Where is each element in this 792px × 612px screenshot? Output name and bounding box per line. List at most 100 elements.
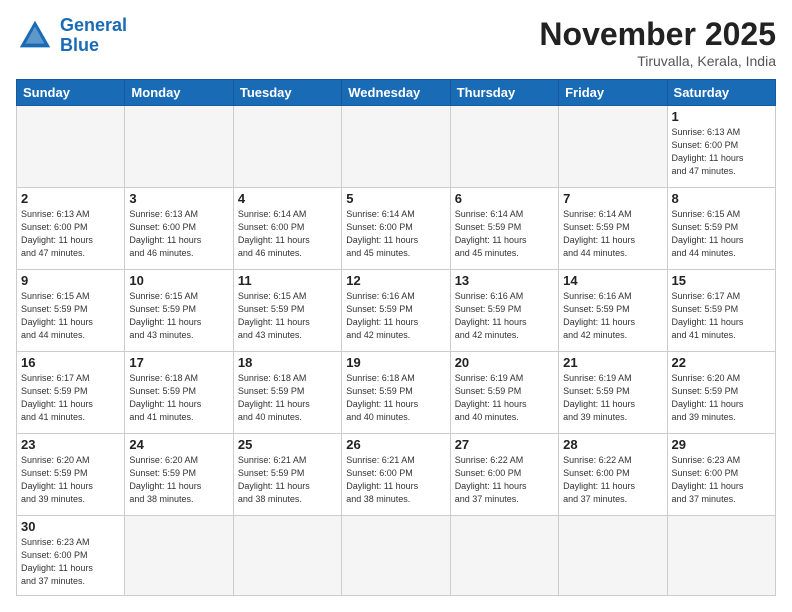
day-info: Sunrise: 6:19 AM Sunset: 5:59 PM Dayligh… [455, 372, 554, 424]
calendar-cell: 9 Sunrise: 6:15 AM Sunset: 5:59 PM Daylig… [17, 269, 125, 351]
day-number: 30 [21, 519, 120, 534]
day-info: Sunrise: 6:16 AM Sunset: 5:59 PM Dayligh… [346, 290, 445, 342]
day-number: 2 [21, 191, 120, 206]
day-number: 3 [129, 191, 228, 206]
day-number: 18 [238, 355, 337, 370]
day-info: Sunrise: 6:23 AM Sunset: 6:00 PM Dayligh… [21, 536, 120, 588]
day-info: Sunrise: 6:13 AM Sunset: 6:00 PM Dayligh… [129, 208, 228, 260]
calendar-cell: 29Sunrise: 6:23 AM Sunset: 6:00 PM Dayli… [667, 433, 775, 515]
calendar-cell: 30 Sunrise: 6:23 AM Sunset: 6:00 PM Dayli… [17, 515, 125, 595]
day-number: 25 [238, 437, 337, 452]
day-info: Sunrise: 6:19 AM Sunset: 5:59 PM Dayligh… [563, 372, 662, 424]
calendar-cell: 17 Sunrise: 6:18 AM Sunset: 5:59 PM Dayli… [125, 351, 233, 433]
day-number: 23 [21, 437, 120, 452]
calendar-table: SundayMondayTuesdayWednesdayThursdayFrid… [16, 79, 776, 596]
calendar-cell: 7 Sunrise: 6:14 AM Sunset: 5:59 PM Daylig… [559, 187, 667, 269]
day-info: Sunrise: 6:21 AM Sunset: 6:00 PM Dayligh… [346, 454, 445, 506]
day-info: Sunrise: 6:14 AM Sunset: 6:00 PM Dayligh… [346, 208, 445, 260]
day-number: 10 [129, 273, 228, 288]
day-number: 8 [672, 191, 771, 206]
calendar-cell [125, 106, 233, 188]
calendar-header-saturday: Saturday [667, 80, 775, 106]
day-number: 28 [563, 437, 662, 452]
day-number: 7 [563, 191, 662, 206]
calendar-cell: 11 Sunrise: 6:15 AM Sunset: 5:59 PM Dayli… [233, 269, 341, 351]
calendar-header-friday: Friday [559, 80, 667, 106]
calendar-cell [667, 515, 775, 595]
calendar-cell: 14Sunrise: 6:16 AM Sunset: 5:59 PM Dayli… [559, 269, 667, 351]
day-number: 24 [129, 437, 228, 452]
day-number: 5 [346, 191, 445, 206]
day-number: 9 [21, 273, 120, 288]
calendar-header-thursday: Thursday [450, 80, 558, 106]
day-number: 1 [672, 109, 771, 124]
day-info: Sunrise: 6:17 AM Sunset: 5:59 PM Dayligh… [21, 372, 120, 424]
calendar-cell: 28 Sunrise: 6:22 AM Sunset: 6:00 PM Dayli… [559, 433, 667, 515]
logo-text: General Blue [60, 16, 127, 56]
calendar-cell: 26Sunrise: 6:21 AM Sunset: 6:00 PM Dayli… [342, 433, 450, 515]
calendar-cell [342, 515, 450, 595]
calendar-cell [17, 106, 125, 188]
day-number: 19 [346, 355, 445, 370]
logo-icon [16, 17, 54, 55]
calendar-header-monday: Monday [125, 80, 233, 106]
page: General Blue November 2025 Tiruvalla, Ke… [0, 0, 792, 612]
calendar-cell: 23 Sunrise: 6:20 AM Sunset: 5:59 PM Dayli… [17, 433, 125, 515]
calendar-cell: 24 Sunrise: 6:20 AM Sunset: 5:59 PM Dayli… [125, 433, 233, 515]
day-info: Sunrise: 6:14 AM Sunset: 6:00 PM Dayligh… [238, 208, 337, 260]
day-number: 16 [21, 355, 120, 370]
calendar-cell [233, 515, 341, 595]
calendar-cell: 15Sunrise: 6:17 AM Sunset: 5:59 PM Dayli… [667, 269, 775, 351]
calendar-header-tuesday: Tuesday [233, 80, 341, 106]
calendar-cell [559, 515, 667, 595]
day-info: Sunrise: 6:18 AM Sunset: 5:59 PM Dayligh… [346, 372, 445, 424]
day-info: Sunrise: 6:20 AM Sunset: 5:59 PM Dayligh… [21, 454, 120, 506]
day-info: Sunrise: 6:20 AM Sunset: 5:59 PM Dayligh… [129, 454, 228, 506]
calendar-cell: 6Sunrise: 6:14 AM Sunset: 5:59 PM Daylig… [450, 187, 558, 269]
day-number: 17 [129, 355, 228, 370]
calendar-cell: 21 Sunrise: 6:19 AM Sunset: 5:59 PM Dayli… [559, 351, 667, 433]
calendar-cell: 10Sunrise: 6:15 AM Sunset: 5:59 PM Dayli… [125, 269, 233, 351]
calendar-cell: 20 Sunrise: 6:19 AM Sunset: 5:59 PM Dayli… [450, 351, 558, 433]
calendar-cell [450, 515, 558, 595]
month-title: November 2025 [539, 16, 776, 53]
calendar-cell: 18 Sunrise: 6:18 AM Sunset: 5:59 PM Dayli… [233, 351, 341, 433]
day-info: Sunrise: 6:18 AM Sunset: 5:59 PM Dayligh… [238, 372, 337, 424]
calendar-cell: 13Sunrise: 6:16 AM Sunset: 5:59 PM Dayli… [450, 269, 558, 351]
day-number: 21 [563, 355, 662, 370]
day-info: Sunrise: 6:18 AM Sunset: 5:59 PM Dayligh… [129, 372, 228, 424]
day-info: Sunrise: 6:17 AM Sunset: 5:59 PM Dayligh… [672, 290, 771, 342]
calendar-cell: 19 Sunrise: 6:18 AM Sunset: 5:59 PM Dayli… [342, 351, 450, 433]
day-info: Sunrise: 6:16 AM Sunset: 5:59 PM Dayligh… [563, 290, 662, 342]
day-info: Sunrise: 6:22 AM Sunset: 6:00 PM Dayligh… [455, 454, 554, 506]
calendar-header-wednesday: Wednesday [342, 80, 450, 106]
day-info: Sunrise: 6:13 AM Sunset: 6:00 PM Dayligh… [21, 208, 120, 260]
calendar-cell [233, 106, 341, 188]
logo: General Blue [16, 16, 127, 56]
location: Tiruvalla, Kerala, India [539, 53, 776, 69]
day-info: Sunrise: 6:13 AM Sunset: 6:00 PM Dayligh… [672, 126, 771, 178]
day-info: Sunrise: 6:20 AM Sunset: 5:59 PM Dayligh… [672, 372, 771, 424]
day-info: Sunrise: 6:16 AM Sunset: 5:59 PM Dayligh… [455, 290, 554, 342]
day-number: 11 [238, 273, 337, 288]
calendar-cell: 1 Sunrise: 6:13 AM Sunset: 6:00 PM Daylig… [667, 106, 775, 188]
day-number: 22 [672, 355, 771, 370]
day-info: Sunrise: 6:21 AM Sunset: 5:59 PM Dayligh… [238, 454, 337, 506]
day-info: Sunrise: 6:15 AM Sunset: 5:59 PM Dayligh… [238, 290, 337, 342]
calendar-cell: 3 Sunrise: 6:13 AM Sunset: 6:00 PM Daylig… [125, 187, 233, 269]
calendar-cell [342, 106, 450, 188]
calendar-cell: 8Sunrise: 6:15 AM Sunset: 5:59 PM Daylig… [667, 187, 775, 269]
day-number: 4 [238, 191, 337, 206]
calendar-cell: 16 Sunrise: 6:17 AM Sunset: 5:59 PM Dayli… [17, 351, 125, 433]
day-info: Sunrise: 6:15 AM Sunset: 5:59 PM Dayligh… [21, 290, 120, 342]
calendar-cell [559, 106, 667, 188]
title-block: November 2025 Tiruvalla, Kerala, India [539, 16, 776, 69]
calendar-cell: 22 Sunrise: 6:20 AM Sunset: 5:59 PM Dayli… [667, 351, 775, 433]
day-number: 6 [455, 191, 554, 206]
calendar-cell [125, 515, 233, 595]
calendar-cell: 4 Sunrise: 6:14 AM Sunset: 6:00 PM Daylig… [233, 187, 341, 269]
day-info: Sunrise: 6:22 AM Sunset: 6:00 PM Dayligh… [563, 454, 662, 506]
day-number: 20 [455, 355, 554, 370]
day-info: Sunrise: 6:14 AM Sunset: 5:59 PM Dayligh… [563, 208, 662, 260]
calendar-cell: 5 Sunrise: 6:14 AM Sunset: 6:00 PM Daylig… [342, 187, 450, 269]
